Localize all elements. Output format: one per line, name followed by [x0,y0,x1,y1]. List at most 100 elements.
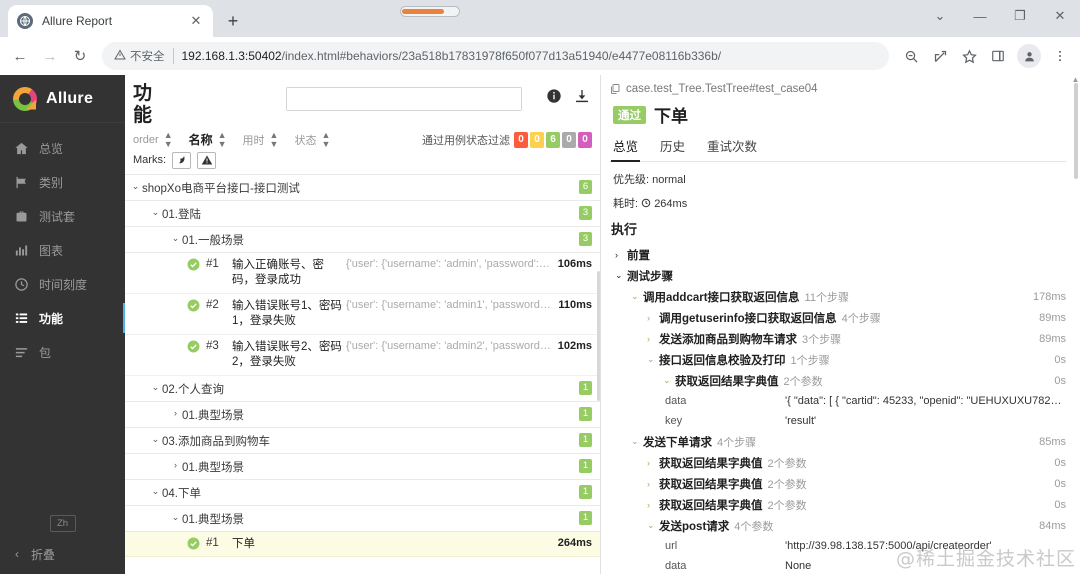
browser-tab[interactable]: Allure Report ✕ [8,5,213,37]
sidebar-item-packages[interactable]: 包 [0,335,125,369]
tree-group-row[interactable]: ⌄ 04.下单 1 [125,480,600,506]
tree-group-row[interactable]: ⌄ 01.一般场景 3 [125,227,600,253]
chevron-right-icon[interactable]: › [615,250,627,260]
setup-row[interactable]: › 前置 [609,244,1066,265]
chevron-down-icon[interactable]: ⌄ [169,231,182,246]
sort-status[interactable]: 状态 ▲ ▼ [294,130,330,149]
test-steps-row[interactable]: ⌄ 测试步骤 [609,265,1066,286]
bookmark-star-icon[interactable] [955,42,983,70]
brand[interactable]: Allure [0,75,125,123]
status-badge-broken[interactable]: 0 [530,131,544,148]
table-row[interactable]: #3 输入错误账号2、密码2，登录失败 {'user': {'username'… [125,335,600,376]
tab-search-icon[interactable]: ⌄ [920,0,960,32]
maximize-icon[interactable]: ❐ [1000,0,1040,32]
step-row[interactable]: › 获取返回结果字典值 2个参数 0s [609,473,1066,494]
tab-overview[interactable]: 总览 [610,136,641,162]
step-row[interactable]: ⌄ 调用addcart接口获取返回信息 11个步骤 178ms [609,286,1066,307]
warning-icon[interactable] [197,151,216,169]
detail-scrollbar[interactable] [1074,83,1078,179]
info-circle-icon[interactable] [546,88,562,104]
tree-group-row[interactable]: ⌄ 03.添加商品到购物车 1 [125,428,600,454]
back-icon[interactable]: ← [6,42,34,70]
tree-group-row[interactable]: ⌄ 01.典型场景 1 [125,506,600,532]
chevron-right-icon[interactable]: › [647,500,659,510]
window-close-icon[interactable]: ✕ [1040,0,1080,32]
chevron-down-icon[interactable]: ⌄ [149,432,162,447]
status-badge-unknown[interactable]: 0 [578,131,592,148]
chevron-down-icon[interactable]: ⌄ [149,380,162,395]
new-tab-button[interactable]: + [219,7,247,35]
sidebar-item-categories[interactable]: 类别 [0,165,125,199]
chevron-down-icon[interactable]: ⌄ [149,205,162,220]
tree-group-row[interactable]: ⌄ shopXo电商平台接口-接口测试 6 [125,175,600,201]
chevron-right-icon[interactable]: › [169,458,182,473]
test-fullname-row[interactable]: case.test_Tree.TestTree#test_case04 [609,83,1066,95]
sort-duration[interactable]: 用时 ▲ ▼ [243,130,279,149]
chevron-down-icon[interactable]: ⌄ [631,291,643,302]
copy-icon[interactable] [609,83,621,95]
security-warning[interactable]: 不安全 [114,48,165,64]
flaky-icon[interactable] [172,151,191,169]
forward-icon[interactable]: → [36,42,64,70]
chevron-down-icon[interactable]: ⌄ [169,510,182,525]
collapse-sidebar-button[interactable]: ‹ 折叠 [0,542,125,566]
sort-order[interactable]: order ▲ ▼ [133,130,173,149]
more-vertical-icon[interactable] [1046,42,1074,70]
tree-group-row[interactable]: ⌄ 01.登陆 3 [125,201,600,227]
language-selector[interactable]: Zh [49,515,76,532]
step-row[interactable]: ⌄ 获取返回结果字典值 2个参数 0s [609,370,1066,391]
status-badge-skipped[interactable]: 0 [562,131,576,148]
chevron-down-icon[interactable]: ⌄ [647,354,659,365]
profile-avatar-icon[interactable] [1017,44,1041,68]
chevron-right-icon[interactable]: › [647,479,659,489]
chevron-down-icon[interactable]: ⌄ [615,270,627,281]
address-bar[interactable]: 不安全 192.168.1.3:50402/index.html#behavio… [102,42,889,70]
step-row[interactable]: › 获取返回结果字典值 2个参数 0s [609,494,1066,515]
side-panel-icon[interactable] [984,42,1012,70]
sidebar-item-behaviors[interactable]: 功能 [0,301,127,335]
minimize-icon[interactable]: — [960,0,1000,32]
tree-scrollbar[interactable] [597,271,600,401]
chevron-down-icon[interactable]: ⌄ [129,179,142,194]
status-badge-failed[interactable]: 0 [514,131,528,148]
tree-group-row[interactable]: › 01.典型场景 1 [125,402,600,428]
tab-history[interactable]: 历史 [660,136,685,161]
step-row[interactable]: › 调用getuserinfo接口获取返回信息 4个步骤 89ms [609,307,1066,328]
chevron-down-icon[interactable]: ⌄ [663,375,675,386]
chevron-down-icon[interactable]: ⌄ [149,484,162,499]
step-row[interactable]: › 发送添加商品到购物车请求 3个步骤 89ms [609,328,1066,349]
chevron-down-icon[interactable]: ⌄ [631,436,643,447]
chevron-right-icon[interactable]: › [647,334,659,344]
close-icon[interactable]: ✕ [188,13,204,29]
share-icon[interactable] [926,42,954,70]
search-input[interactable] [287,88,521,110]
sidebar-item-label: 图表 [39,243,64,258]
step-row[interactable]: ⌄ 发送下单请求 4个步骤 85ms [609,431,1066,452]
sidebar-item-graphs[interactable]: 图表 [0,233,125,267]
chevron-right-icon[interactable]: › [169,406,182,421]
sidebar-item-timeline[interactable]: 时间刻度 [0,267,125,301]
step-row[interactable]: › 获取返回结果字典值 2个参数 0s [609,452,1066,473]
chevron-right-icon[interactable]: › [647,458,659,468]
tree-group-row[interactable]: › 01.典型场景 1 [125,454,600,480]
table-row[interactable]: #2 输入错误账号1、密码1，登录失败 {'user': {'username'… [125,294,600,335]
reload-icon[interactable]: ↻ [66,42,94,70]
download-icon[interactable] [574,88,590,104]
chevron-down-icon[interactable]: ⌄ [647,520,659,531]
status-filter-label: 通过用例状态过滤 [422,134,510,147]
sort-label: 状态 [294,134,317,147]
sidebar-item-suites[interactable]: 测试套 [0,199,125,233]
severity-value: normal [652,174,686,186]
tree-group-row[interactable]: ⌄ 02.个人查询 1 [125,376,600,402]
step-row[interactable]: ⌄ 发送post请求 4个参数 84ms [609,515,1066,536]
step-row[interactable]: ⌄ 接口返回信息校验及打印 1个步骤 0s [609,349,1066,370]
sort-name[interactable]: 名称 ▲ ▼ [189,130,227,149]
zoom-out-icon[interactable] [897,42,925,70]
table-row[interactable]: #1 输入正确账号、密码，登录成功 {'user': {'username': … [125,253,600,294]
tab-retries[interactable]: 重试次数 [707,136,757,161]
status-badge-passed[interactable]: 6 [546,131,560,148]
search-input-wrapper[interactable] [286,87,522,111]
table-row-selected[interactable]: #1 下单 264ms [125,531,600,558]
sidebar-item-overview[interactable]: 总览 [0,131,125,165]
chevron-right-icon[interactable]: › [647,313,659,323]
